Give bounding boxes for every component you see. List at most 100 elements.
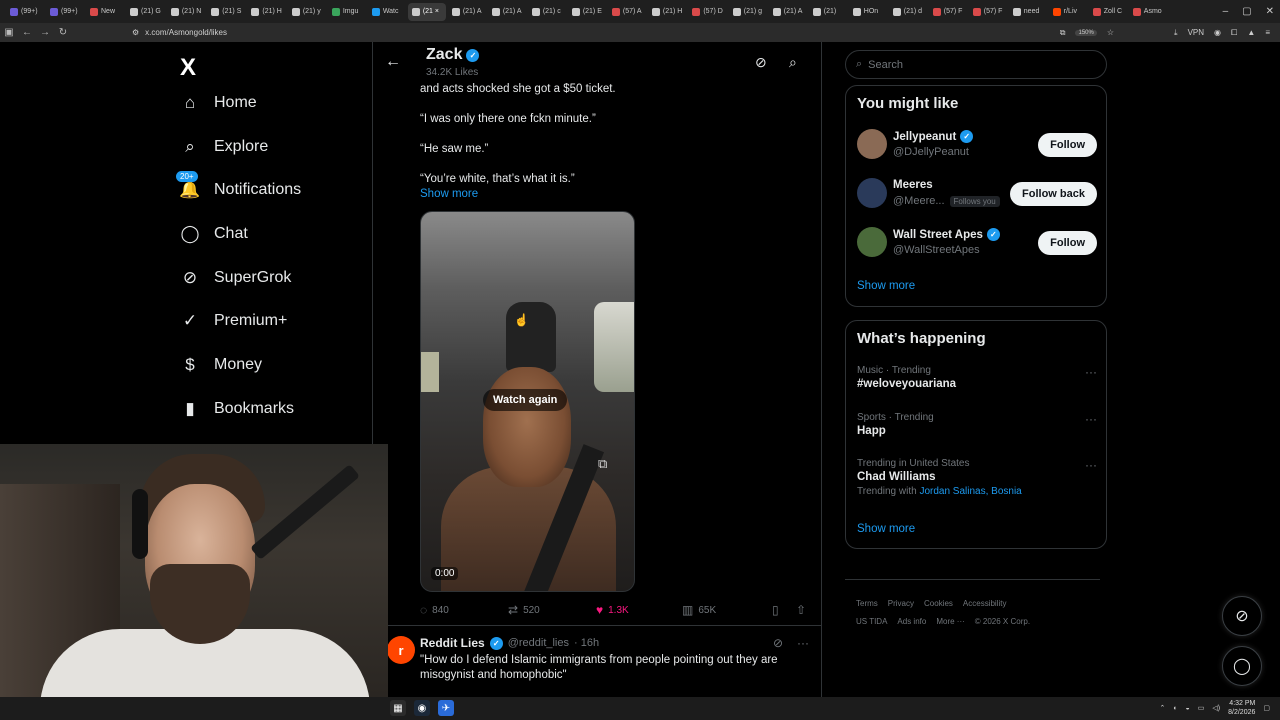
watch-again-button[interactable]: Watch again: [483, 389, 568, 411]
browser-tab[interactable]: HOn: [849, 3, 887, 21]
suggestion-name-row[interactable]: Wall Street Apes ✓: [893, 228, 1000, 241]
nav-item-chat[interactable]: ◯ Chat: [180, 224, 247, 244]
follow-button[interactable]: Follow: [1038, 133, 1097, 157]
reload-icon[interactable]: ↻: [54, 27, 72, 38]
volume-icon[interactable]: ◁): [1212, 704, 1220, 712]
browser-tab[interactable]: (21) S: [207, 3, 245, 21]
show-more-link[interactable]: Show more: [857, 523, 915, 535]
screenshot-icon[interactable]: ⧉: [1060, 28, 1066, 38]
footer-link[interactable]: Privacy: [888, 599, 914, 608]
more-icon[interactable]: ···: [1085, 458, 1097, 472]
suggestion-row[interactable]: Jellypeanut ✓ @DJellyPeanut Follow: [857, 129, 1097, 161]
browser-tab[interactable]: Imgu: [328, 3, 366, 21]
reply-button[interactable]: ◌ 840: [420, 603, 508, 617]
grok-float-button[interactable]: ⊘: [1222, 596, 1262, 636]
browser-tab[interactable]: (21) y: [288, 3, 326, 21]
show-more-link[interactable]: Show more: [420, 188, 478, 200]
views-button[interactable]: ▥ 65K: [682, 603, 772, 617]
browser-tab[interactable]: (57) A: [608, 3, 646, 21]
browser-tab[interactable]: (21) g: [729, 3, 767, 21]
follow-button[interactable]: Follow: [1038, 231, 1097, 255]
search-icon[interactable]: ⌕: [789, 54, 797, 71]
footer-link[interactable]: Ads info: [897, 617, 926, 626]
steam-icon[interactable]: ◉: [414, 700, 430, 716]
nav-item-notifications[interactable]: 🔔 20+ Notifications: [176, 171, 301, 200]
maximize-icon[interactable]: ▢: [1242, 6, 1251, 17]
browser-tab[interactable]: (21) A: [488, 3, 526, 21]
nav-item-money[interactable]: $ Money: [180, 355, 262, 375]
picture-in-picture-icon[interactable]: ⧉: [598, 456, 607, 472]
grok-icon[interactable]: ⊘: [773, 636, 783, 650]
author-name[interactable]: Reddit Lies: [420, 636, 485, 650]
chat-float-button[interactable]: ◯: [1222, 646, 1262, 686]
browser-tab[interactable]: (21) E: [568, 3, 606, 21]
author-handle[interactable]: @reddit_lies: [508, 637, 569, 649]
browser-tab[interactable]: (21) H: [247, 3, 285, 21]
browser-tab[interactable]: Zoll C: [1089, 3, 1127, 21]
browser-tab[interactable]: (21) c: [528, 3, 566, 21]
post-time[interactable]: · 16h: [574, 637, 599, 649]
tray-app-icon[interactable]: ◐: [1173, 705, 1177, 712]
footer-link[interactable]: Cookies: [924, 599, 953, 608]
search-input[interactable]: ⌕ Search: [845, 50, 1107, 79]
clock[interactable]: 4:32 PM 8/2/2026: [1228, 699, 1255, 717]
browser-tab[interactable]: (57) D: [688, 3, 726, 21]
browser-tab[interactable]: r/Liv: [1049, 3, 1087, 21]
footer-link[interactable]: Accessibility: [963, 599, 1007, 608]
menu-icon[interactable]: ≡: [1265, 28, 1270, 37]
browser-tab[interactable]: Asmo: [1129, 3, 1167, 21]
avatar[interactable]: [857, 227, 887, 257]
footer-link[interactable]: More ···: [936, 617, 964, 626]
sidebar-toggle-icon[interactable]: ▣: [0, 27, 18, 38]
browser-tab[interactable]: (21) A: [769, 3, 807, 21]
download-icon[interactable]: ⤓: [1174, 28, 1178, 38]
trending-with-links[interactable]: Jordan Salinas, Bosnia: [919, 486, 1021, 497]
suggestion-row[interactable]: Wall Street Apes ✓ @WallStreetApes Follow: [857, 227, 1097, 259]
avatar[interactable]: [857, 178, 887, 208]
browser-tab[interactable]: (99+): [46, 3, 84, 21]
share-button[interactable]: ⇧: [796, 603, 806, 617]
show-more-link[interactable]: Show more: [857, 280, 915, 292]
windows-start-icon[interactable]: ▦: [390, 700, 406, 716]
trend-item[interactable]: Music · Trending #weloveyouariana ···: [857, 365, 1097, 390]
tray-chevron-icon[interactable]: ⌃: [1159, 704, 1165, 712]
notification-icon[interactable]: ▢: [1263, 704, 1270, 712]
nav-item-bookmarks[interactable]: ▮ Bookmarks: [180, 399, 294, 419]
network-icon[interactable]: ▭: [1198, 704, 1205, 712]
avatar[interactable]: r: [387, 636, 415, 664]
zoom-badge[interactable]: 150%: [1075, 29, 1097, 36]
nav-item-home[interactable]: ⌂ Home: [180, 93, 257, 113]
browser-tab[interactable]: (21) N: [167, 3, 205, 21]
browser-tab[interactable]: (21): [809, 3, 847, 21]
like-button[interactable]: ♥ 1.3K: [596, 603, 682, 617]
url-field[interactable]: ⚙ x.com/Asmongold/likes: [132, 28, 227, 37]
browser-tab[interactable]: (21) H: [648, 3, 686, 21]
browser-tab[interactable]: need: [1009, 3, 1047, 21]
bookmark-button[interactable]: ▯: [772, 603, 796, 617]
forward-icon[interactable]: →: [36, 27, 54, 38]
browser-tab[interactable]: (21 ×: [407, 2, 446, 21]
browser-tab[interactable]: Watc: [368, 3, 406, 21]
close-icon[interactable]: ✕: [1266, 6, 1274, 17]
nav-item-premium[interactable]: ✓ Premium+: [180, 311, 287, 331]
suggestion-name-row[interactable]: Jellypeanut ✓: [893, 130, 974, 143]
app-icon[interactable]: ✈: [438, 700, 454, 716]
suggestion-name-row[interactable]: Meeres: [893, 179, 933, 191]
back-icon[interactable]: ←: [18, 27, 36, 38]
trend-item[interactable]: Sports · Trending Happ ···: [857, 412, 1097, 437]
vpn-badge[interactable]: VPN: [1188, 28, 1204, 37]
footer-link[interactable]: US TIDA: [856, 617, 887, 626]
browser-tab[interactable]: New: [86, 3, 124, 21]
suggestion-row[interactable]: Meeres @Meere... Follows you Follow back: [857, 178, 1097, 210]
x-logo[interactable]: X: [180, 54, 196, 82]
video-player[interactable]: Watch again ⧉ 0:00: [420, 211, 635, 592]
bookmark-star-icon[interactable]: ☆: [1107, 28, 1114, 37]
site-info-icon[interactable]: ⚙: [132, 28, 139, 37]
footer-link[interactable]: © 2026 X Corp.: [975, 617, 1030, 626]
footer-link[interactable]: Terms: [856, 599, 878, 608]
follow-button[interactable]: Follow back: [1010, 182, 1097, 206]
trend-item[interactable]: Trending in United States Chad Williams ··…: [857, 458, 1097, 497]
more-icon[interactable]: ···: [1085, 412, 1097, 426]
nav-item-supergrok[interactable]: ⊘ SuperGrok: [180, 268, 292, 288]
browser-tab[interactable]: (57) F: [969, 3, 1007, 21]
